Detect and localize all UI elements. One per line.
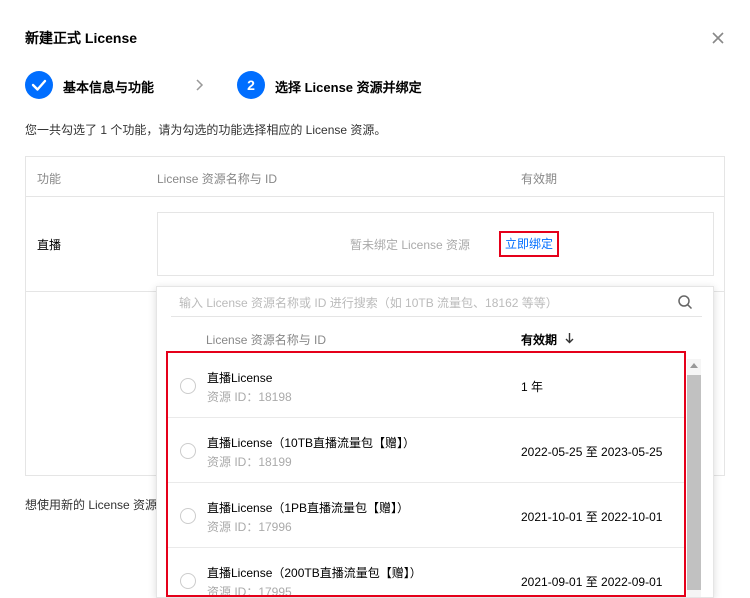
radio-button[interactable]	[180, 573, 196, 589]
header-validity: 有效期	[521, 172, 558, 186]
dropdown-header-name: License 资源名称与 ID	[206, 333, 327, 347]
list-item[interactable]: 直播License 资源 ID：18198 1 年	[168, 353, 684, 418]
resource-validity: 2021-09-01 至 2022-09-01	[521, 575, 663, 589]
resource-id: 资源 ID：18198	[207, 390, 292, 404]
arrow-down-icon[interactable]	[565, 333, 574, 344]
description: 您一共勾选了 1 个功能，请为勾选的功能选择相应的 License 资源。	[25, 123, 387, 137]
scroll-thumb[interactable]	[687, 375, 701, 590]
scrollbar[interactable]	[687, 359, 701, 597]
resource-id: 资源 ID：18199	[207, 455, 292, 469]
resource-name: 直播License	[207, 371, 273, 385]
step-2-label: 选择 License 资源并绑定	[275, 80, 422, 95]
list-item[interactable]: 直播License（10TB直播流量包【赠】） 资源 ID：18199 2022…	[168, 418, 684, 483]
resource-name: 直播License（10TB直播流量包【赠】）	[207, 436, 416, 450]
header-resource: License 资源名称与 ID	[157, 172, 278, 186]
feature-name: 直播	[37, 238, 62, 252]
bind-box: 暂未绑定 License 资源 立即绑定	[157, 212, 714, 276]
resource-validity: 1 年	[521, 380, 544, 394]
close-icon[interactable]	[706, 26, 730, 50]
table-row: 直播 暂未绑定 License 资源 立即绑定	[26, 197, 724, 292]
resource-name: 直播License（200TB直播流量包【赠】）	[207, 566, 422, 580]
footer-hint: 想使用新的 License 资源	[25, 498, 158, 512]
resource-name: 直播License（1PB直播流量包【赠】）	[207, 501, 410, 515]
step-2-marker: 2	[237, 71, 265, 99]
unbound-text: 暂未绑定 License 资源	[350, 238, 471, 252]
resource-dropdown: License 资源名称与 ID 有效期 直播License 资源 ID：181…	[156, 286, 714, 598]
stepper: 基本信息与功能 2 选择 License 资源并绑定	[25, 71, 625, 99]
search-icon[interactable]	[677, 294, 693, 310]
dropdown-header: License 资源名称与 ID 有效期	[157, 323, 713, 353]
dropdown-header-validity[interactable]: 有效期	[521, 331, 557, 348]
radio-button[interactable]	[180, 378, 196, 394]
check-icon	[25, 71, 53, 99]
resource-id: 资源 ID：17996	[207, 520, 292, 534]
resource-validity: 2021-10-01 至 2022-10-01	[521, 510, 663, 524]
search-input[interactable]	[171, 289, 702, 317]
table-header: 功能 License 资源名称与 ID 有效期	[26, 157, 724, 197]
radio-button[interactable]	[180, 508, 196, 524]
list-item[interactable]: 直播License（200TB直播流量包【赠】） 资源 ID：17995 202…	[168, 548, 684, 597]
resource-validity: 2022-05-25 至 2023-05-25	[521, 445, 663, 459]
chevron-right-icon	[196, 79, 204, 91]
resource-list: 直播License 资源 ID：18198 1 年 直播License（10TB…	[166, 351, 686, 597]
step-1-label: 基本信息与功能	[63, 80, 155, 95]
resource-id: 资源 ID：17995	[207, 585, 292, 597]
scroll-up-icon[interactable]	[690, 363, 698, 368]
bind-now-link[interactable]: 立即绑定	[499, 231, 560, 257]
radio-button[interactable]	[180, 443, 196, 459]
list-item[interactable]: 直播License（1PB直播流量包【赠】） 资源 ID：17996 2021-…	[168, 483, 684, 548]
dialog-title: 新建正式 License	[25, 30, 138, 46]
header-feature: 功能	[37, 172, 62, 186]
